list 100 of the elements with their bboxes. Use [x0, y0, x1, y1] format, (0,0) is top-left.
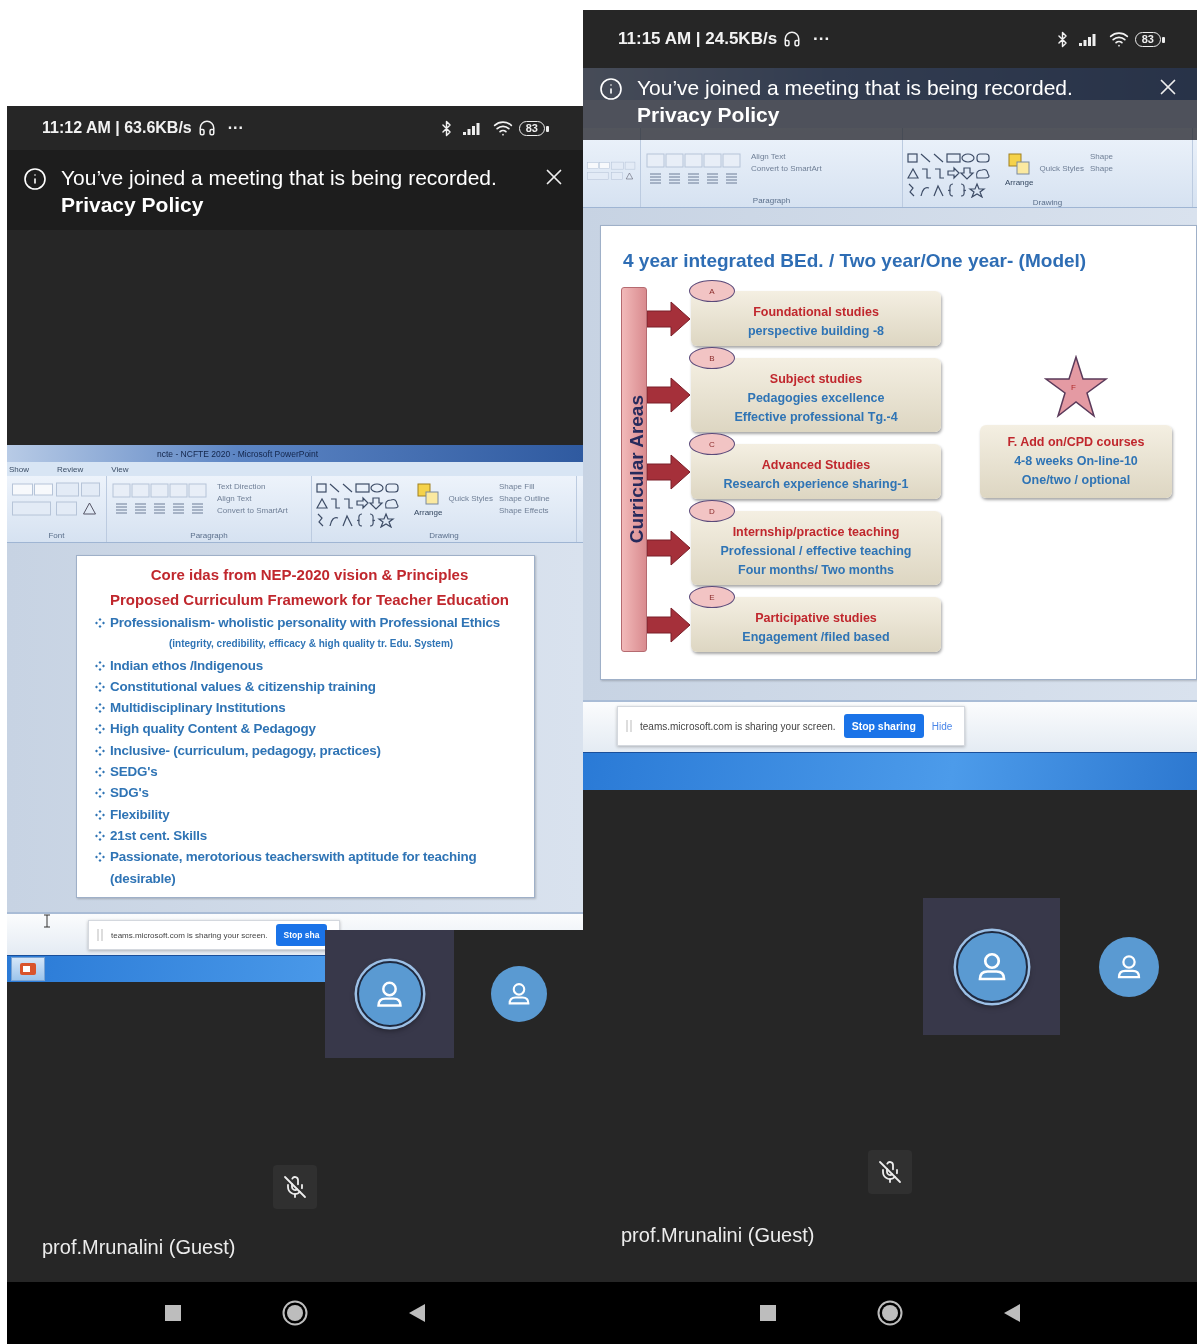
- bullet-text: High quality Content & Pedagogy: [110, 720, 316, 739]
- bullet-text: SDG's: [110, 784, 149, 803]
- arrow-icon: [647, 300, 691, 337]
- arrange-icon: [1007, 152, 1032, 176]
- hide-link[interactable]: Hide: [931, 720, 953, 732]
- bullet-text: Professionalism- wholistic personality with Professional Ethics: [110, 614, 500, 632]
- headphones-icon: [783, 30, 802, 48]
- bullet-icon: [95, 703, 105, 714]
- section-letter: A: [689, 280, 735, 302]
- section-letter: B: [689, 347, 735, 369]
- bullet-icon: [95, 724, 105, 735]
- box-title: F. Add on/CPD courses: [1007, 434, 1145, 451]
- bullet-icon: [95, 660, 105, 671]
- box-text: Professional / effective teaching: [720, 543, 912, 560]
- ribbon-command[interactable]: Convert to SmartArt: [217, 506, 288, 515]
- banner-message: You’ve joined a meeting that is being recorded.: [637, 75, 1074, 101]
- box-title: Participative studies: [755, 610, 877, 627]
- home-icon[interactable]: [282, 1300, 308, 1326]
- ribbon-command[interactable]: Convert to SmartArt: [751, 164, 822, 173]
- box-text: Effective professional Tg.-4: [734, 409, 898, 426]
- stop-sharing-button[interactable]: Stop sharing: [843, 714, 924, 738]
- bullet-text: Flexibility: [110, 805, 170, 824]
- bullet-icon: [95, 852, 105, 863]
- video-tile[interactable]: [325, 930, 454, 1058]
- presentation-app-icon[interactable]: [11, 957, 45, 981]
- arrow-icon: [647, 377, 691, 413]
- info-icon: [23, 167, 47, 191]
- box-text: perspective building -8: [747, 323, 885, 340]
- back-icon[interactable]: [1003, 1303, 1021, 1323]
- mic-off-icon: [283, 1175, 307, 1199]
- signal-icon: [1076, 32, 1097, 46]
- box-title: Foundational studies: [753, 304, 879, 321]
- ribbon-group-label: Drawing: [1031, 198, 1064, 207]
- privacy-policy-link[interactable]: Privacy Policy: [637, 101, 1141, 128]
- slide-title: Core idas from NEP-2020 vision & Principles: [149, 565, 470, 585]
- square-icon[interactable]: [759, 1304, 777, 1322]
- home-icon[interactable]: [877, 1300, 903, 1326]
- section-letter: F: [1071, 383, 1076, 392]
- mute-button[interactable]: [273, 1165, 317, 1209]
- ribbon-command[interactable]: Shape: [1089, 164, 1114, 173]
- arrow-icon: [647, 453, 691, 490]
- wifi-icon: [1108, 29, 1129, 49]
- stop-sharing-button[interactable]: Stop sha: [275, 924, 328, 946]
- ribbon-command[interactable]: Quick Styles: [448, 494, 493, 503]
- bullet-icon: [95, 618, 105, 628]
- bullet-icon: [95, 745, 105, 756]
- bullet-icon: [95, 767, 105, 778]
- box-text: One/two / optional: [1021, 472, 1131, 489]
- ribbon-tab[interactable]: View: [111, 464, 129, 474]
- privacy-policy-link[interactable]: Privacy Policy: [61, 191, 527, 218]
- box-text: Research experience sharing-1: [723, 476, 909, 493]
- drag-handle-icon: [626, 719, 632, 733]
- bullet-icon: [95, 830, 105, 841]
- ribbon-command[interactable]: Shape Fill: [498, 482, 550, 491]
- status-time: 11:12 AM | 63.6KB/s: [42, 119, 192, 137]
- ribbon-command[interactable]: Align Text: [751, 152, 822, 161]
- ribbon-command[interactable]: Arrange: [1005, 178, 1034, 187]
- mute-button[interactable]: [868, 1150, 912, 1194]
- arrow-icon: [647, 606, 691, 643]
- participant-name: prof.Mrunalini (Guest): [42, 1236, 236, 1259]
- ribbon-group-label: Paragraph: [751, 196, 792, 205]
- video-tile[interactable]: [923, 898, 1060, 1035]
- info-icon: [599, 77, 623, 101]
- ribbon-command[interactable]: Shape: [1089, 152, 1114, 161]
- bullet-text: Inclusive- (curriculum, pedagogy, practices): [110, 741, 381, 760]
- banner-message: You’ve joined a meeting that is being recorded.: [61, 165, 498, 191]
- ribbon-tab[interactable]: Review: [57, 464, 84, 474]
- square-icon[interactable]: [164, 1304, 182, 1322]
- overflow-dots: ···: [813, 29, 831, 49]
- bullet-text: 21st cent. Skills: [110, 826, 208, 845]
- ribbon-command[interactable]: Text Direction: [217, 482, 288, 491]
- arrow-icon: [647, 530, 691, 566]
- star-icon: [1044, 355, 1108, 419]
- ribbon-command[interactable]: Shape Outline: [498, 494, 550, 503]
- text-cursor-icon: [43, 914, 51, 928]
- section-letter: E: [689, 586, 735, 608]
- back-icon[interactable]: [408, 1303, 426, 1323]
- headphones-icon: [197, 119, 216, 137]
- ribbon-command[interactable]: Align Text: [217, 494, 288, 503]
- ribbon-command[interactable]: Quick Styles: [1039, 164, 1084, 173]
- arrange-icon: [416, 482, 441, 506]
- window-title: ncte - NCFTE 2020 - Microsoft PowerPoint: [157, 448, 319, 459]
- bullet-note: (integrity, credibility, efficacy & high quality tr. Edu. System): [169, 638, 454, 650]
- ribbon-group-label: Paragraph: [189, 531, 229, 540]
- share-message: teams.microsoft.com is sharing your screen.: [111, 930, 268, 940]
- box-text: 4-8 weeks On-line-10: [1014, 453, 1138, 470]
- ribbon-command[interactable]: Shape Effects: [498, 506, 550, 515]
- ribbon-tab[interactable]: Show: [9, 464, 29, 474]
- wifi-icon: [492, 118, 513, 138]
- mic-off-icon: [878, 1160, 902, 1184]
- slide-title: Proposed Curriculum Framework for Teacher Education: [109, 590, 510, 610]
- box-title: Subject studies: [769, 371, 863, 388]
- box-text: Pedagogies excellence: [747, 390, 885, 407]
- slide-title: 4 year integrated BEd. / Two year/One year- (Model): [622, 250, 1088, 272]
- bullet-icon: [95, 788, 105, 799]
- bullet-text: SEDG's: [110, 763, 158, 782]
- ribbon-group-label: Font: [47, 531, 66, 540]
- ribbon-command[interactable]: Arrange: [414, 508, 443, 517]
- bullet-text: Passionate, merotorious teacherswith aptitude for teaching (desirable): [110, 848, 478, 888]
- box-text: Four months/ Two months: [738, 562, 894, 579]
